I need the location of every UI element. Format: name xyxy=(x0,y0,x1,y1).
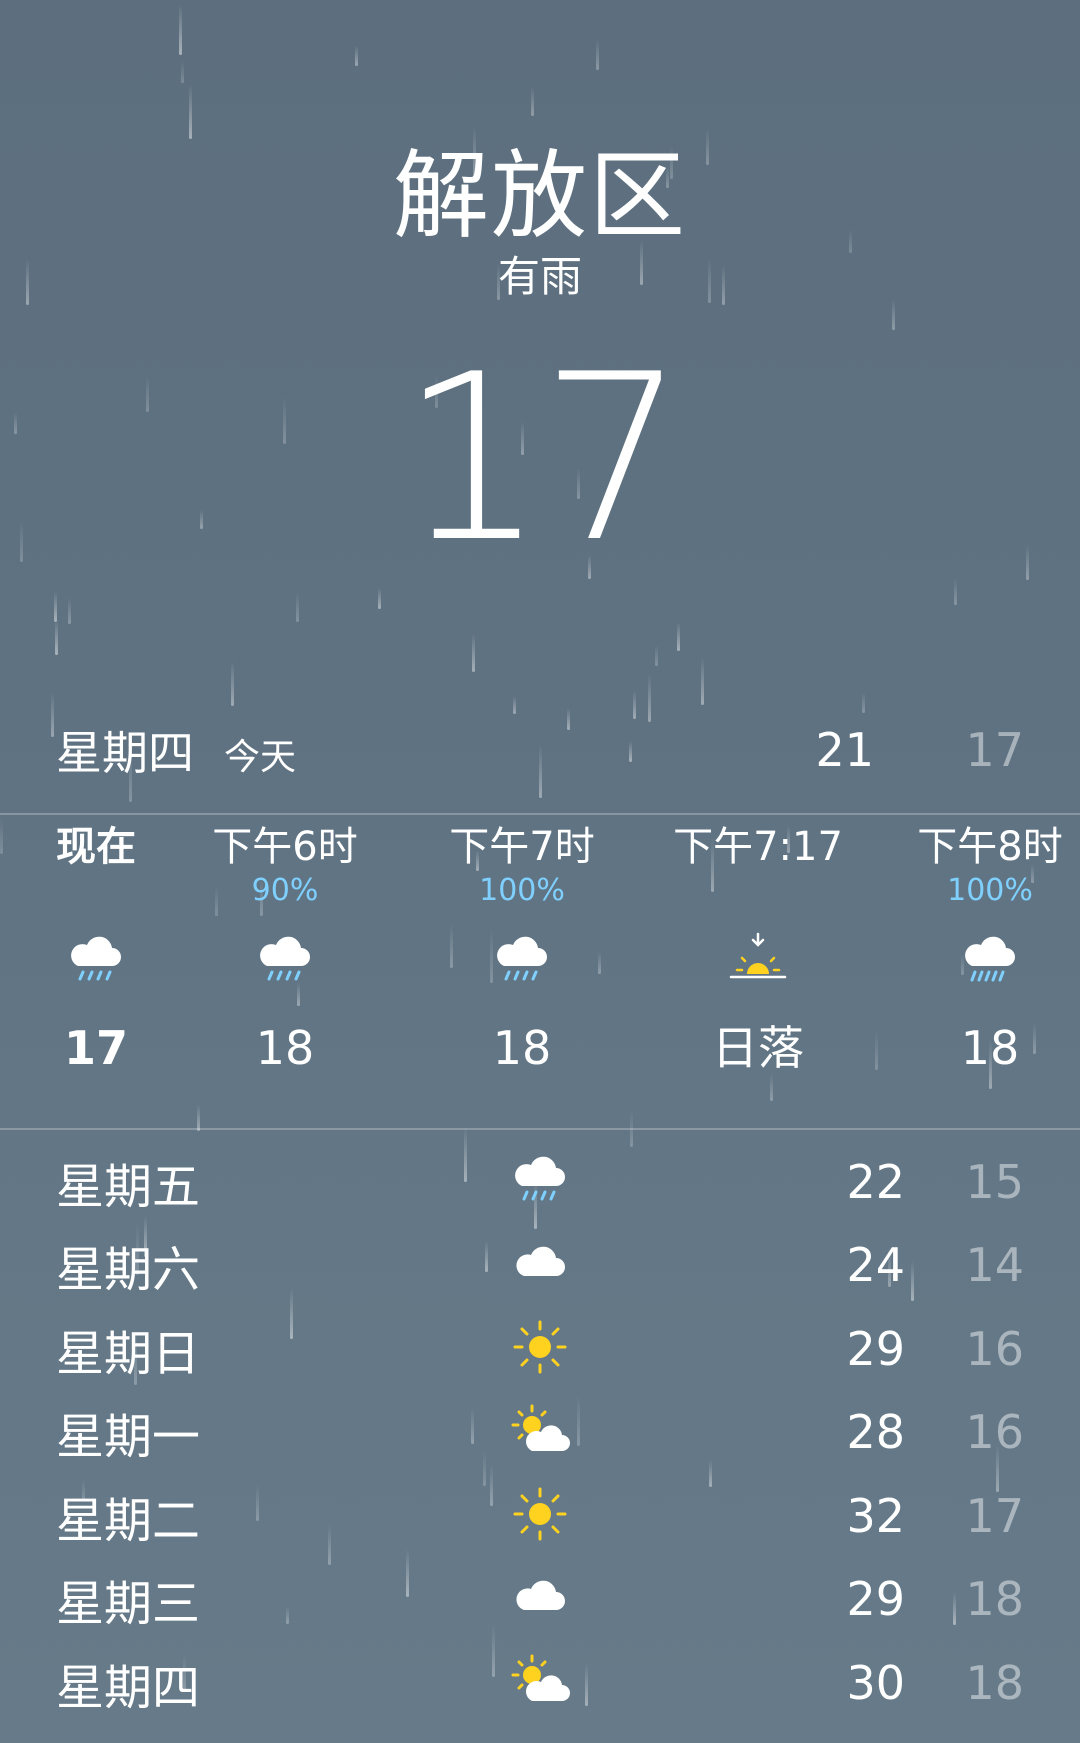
today-summary: 星期四 今天 21 17 xyxy=(56,715,1024,785)
daily-row: 星期四 30 18 xyxy=(0,1641,1080,1725)
day-low-temp: 18 xyxy=(965,1655,1024,1710)
raindrop xyxy=(596,40,599,70)
daily-forecast: 星期五 22 15 星期六 24 14 星期日 29 16 星期一 28 16 星期二 32 17… xyxy=(0,1140,1080,1725)
precipitation-chance xyxy=(0,872,196,910)
day-name: 星期二 xyxy=(56,1492,201,1549)
raindrop xyxy=(68,597,71,624)
day-high-temp: 29 xyxy=(846,1572,905,1627)
hourly-forecast[interactable]: 现在 17 下午6时 90% 18 下午7时 100% 18 下午7:17 日落 下午8时 1… xyxy=(0,822,1080,1112)
weather-condition: 有雨 xyxy=(497,252,582,301)
raindrop xyxy=(296,592,299,622)
hour-label: 下午7时 xyxy=(449,824,595,870)
daily-row: 星期三 29 18 xyxy=(0,1558,1080,1642)
heavy-rain-cloud-icon xyxy=(890,910,1080,1010)
hour-label: 现在 xyxy=(56,824,136,870)
hourly-item: 现在 17 xyxy=(0,822,196,1112)
day-low-temp: 17 xyxy=(965,1488,1024,1543)
today-high-temp: 21 xyxy=(815,723,874,777)
current-temperature: 17 xyxy=(399,326,687,593)
raindrop xyxy=(355,46,358,66)
day-name: 星期四 xyxy=(56,1659,201,1716)
raindrop xyxy=(55,619,58,655)
raindrop xyxy=(892,299,895,330)
hour-temperature: 18 xyxy=(492,1021,552,1075)
daily-row: 星期六 24 14 xyxy=(0,1224,1080,1308)
day-low-temp: 15 xyxy=(965,1154,1024,1209)
today-low-temp: 17 xyxy=(965,723,1024,777)
daily-row: 星期一 28 16 xyxy=(0,1391,1080,1475)
raindrop xyxy=(51,692,54,737)
hour-temperature: 日落 xyxy=(712,1021,804,1075)
cloud-icon xyxy=(510,1234,572,1296)
hour-temperature: 18 xyxy=(960,1021,1020,1075)
sun-icon xyxy=(510,1317,572,1379)
raindrop xyxy=(181,62,184,83)
day-low-temp: 14 xyxy=(965,1238,1024,1293)
day-high-temp: 32 xyxy=(846,1488,905,1543)
cloud-icon xyxy=(510,1568,572,1630)
divider-bottom xyxy=(0,1128,1080,1130)
hourly-item: 下午8时 100% 18 xyxy=(890,822,1080,1112)
daily-row: 星期二 32 17 xyxy=(0,1474,1080,1558)
raindrop xyxy=(378,588,381,609)
daily-row: 星期日 29 16 xyxy=(0,1307,1080,1391)
day-high-temp: 29 xyxy=(846,1321,905,1376)
day-name: 星期三 xyxy=(56,1576,201,1633)
day-high-temp: 28 xyxy=(846,1405,905,1460)
raindrop xyxy=(189,84,192,139)
day-high-temp: 30 xyxy=(846,1655,905,1710)
hour-label: 下午6时 xyxy=(212,824,358,870)
day-name: 星期日 xyxy=(56,1325,201,1382)
precipitation-chance: 90% xyxy=(251,873,319,908)
sun-icon xyxy=(510,1484,572,1546)
today-day-name: 星期四 xyxy=(56,726,194,780)
day-low-temp: 18 xyxy=(965,1572,1024,1627)
rain-cloud-icon xyxy=(422,910,622,1010)
precipitation-chance xyxy=(658,872,858,910)
raindrop xyxy=(862,692,865,713)
partly-cloudy-icon xyxy=(510,1651,572,1713)
day-low-temp: 16 xyxy=(965,1321,1024,1376)
raindrop xyxy=(513,696,516,714)
hourly-item: 下午7:17 日落 xyxy=(658,822,858,1112)
rain-cloud-icon xyxy=(0,910,196,1010)
sunset-icon xyxy=(658,910,858,1010)
day-high-temp: 24 xyxy=(846,1238,905,1293)
hour-label: 下午7:17 xyxy=(673,824,843,870)
hour-label: 下午8时 xyxy=(917,824,1063,870)
raindrop xyxy=(954,578,957,605)
raindrop xyxy=(531,87,534,116)
precipitation-chance: 100% xyxy=(947,873,1033,908)
partly-cloudy-icon xyxy=(510,1401,572,1463)
divider-top xyxy=(0,813,1080,815)
today-tag: 今天 xyxy=(224,737,297,778)
day-high-temp: 22 xyxy=(846,1154,905,1209)
raindrop xyxy=(472,633,475,672)
daily-row: 星期五 22 15 xyxy=(0,1140,1080,1224)
day-name: 星期一 xyxy=(56,1409,201,1466)
day-name: 星期六 xyxy=(56,1242,201,1299)
rain-cloud-icon xyxy=(510,1150,572,1212)
hour-temperature: 17 xyxy=(63,1021,128,1075)
raindrop xyxy=(231,661,234,706)
raindrop xyxy=(54,591,57,622)
rain-cloud-icon xyxy=(185,910,385,1010)
raindrop xyxy=(677,622,680,651)
day-name: 星期五 xyxy=(56,1158,201,1215)
hourly-item: 下午6时 90% 18 xyxy=(185,822,385,1112)
hourly-item: 下午7时 100% 18 xyxy=(422,822,622,1112)
city-name: 解放区 xyxy=(393,140,687,252)
day-low-temp: 16 xyxy=(965,1405,1024,1460)
raindrop xyxy=(179,4,182,55)
raindrop xyxy=(655,645,658,666)
precipitation-chance: 100% xyxy=(479,873,565,908)
raindrop xyxy=(701,657,704,705)
hour-temperature: 18 xyxy=(255,1021,315,1075)
